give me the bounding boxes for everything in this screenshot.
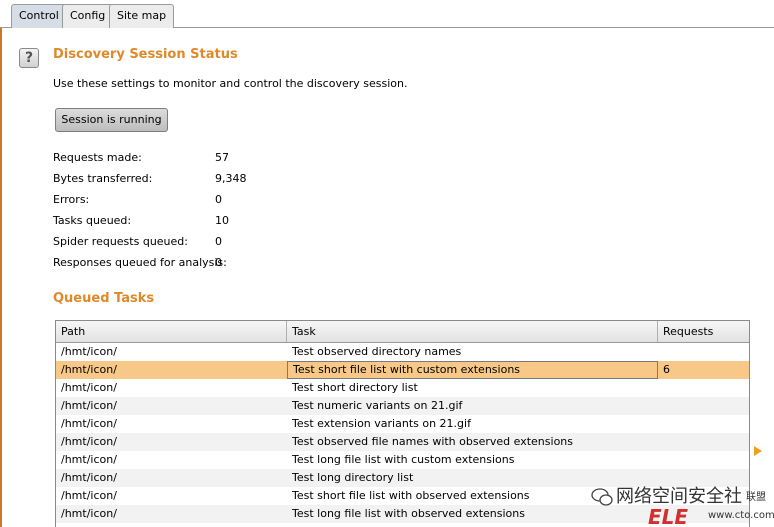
watermark-text: 网络空间安全社 xyxy=(616,486,742,507)
stat-value-responses-queued: 0 xyxy=(215,256,222,269)
stat-value-tasks-queued: 10 xyxy=(215,214,229,227)
table-row[interactable]: /hmt/icon/Test short file list with cust… xyxy=(56,361,749,379)
tab-site-map[interactable]: Site map xyxy=(109,4,175,28)
cell-path: /hmt/icon/ xyxy=(61,399,117,412)
cell-requests xyxy=(658,451,749,469)
tab-control[interactable]: Control xyxy=(11,4,67,29)
status-description: Use these settings to monitor and contro… xyxy=(53,77,408,90)
table-row[interactable]: /hmt/icon/Test short directory list xyxy=(56,379,749,397)
cell-task: Test long file list with custom extensio… xyxy=(292,453,515,466)
tab-config[interactable]: Config xyxy=(62,4,114,28)
stat-label-spider-requests: Spider requests queued: xyxy=(53,235,188,248)
stat-label-requests: Requests made: xyxy=(53,151,142,164)
column-header-requests[interactable]: Requests xyxy=(658,321,749,342)
table-row[interactable]: /hmt/icon/Test long file list with custo… xyxy=(56,451,749,469)
watermark: 网络空间安全社 联盟 ELE www.cto.com xyxy=(591,486,774,527)
control-panel: ? Discovery Session Status Use these set… xyxy=(0,28,774,527)
stat-label-tasks-queued: Tasks queued: xyxy=(53,214,132,227)
table-row[interactable]: /hmt/icon/Test extension variants on 21.… xyxy=(56,415,749,433)
stat-label-bytes: Bytes transferred: xyxy=(53,172,153,185)
cell-path: /hmt/icon/ xyxy=(61,381,117,394)
queue-section-title: Queued Tasks xyxy=(53,291,155,306)
cell-path: /hmt/icon/ xyxy=(61,363,117,376)
stat-label-responses-queued: Responses queued for analysis: xyxy=(53,256,227,269)
status-section-title: Discovery Session Status xyxy=(53,47,238,62)
column-header-task[interactable]: Task xyxy=(287,321,658,342)
cell-task: Test observed file names with observed e… xyxy=(292,435,573,448)
cell-path: /hmt/icon/ xyxy=(61,345,117,358)
cell-path: /hmt/icon/ xyxy=(61,435,117,448)
cell-task: Test numeric variants on 21.gif xyxy=(292,399,463,412)
cell-path: /hmt/icon/ xyxy=(61,417,117,430)
session-toggle-button[interactable]: Session is running xyxy=(55,108,168,132)
column-header-path[interactable]: Path xyxy=(56,321,287,342)
cell-task: Test extension variants on 21.gif xyxy=(292,417,471,430)
help-icon[interactable]: ? xyxy=(19,48,39,68)
cell-task: Test short file list with custom extensi… xyxy=(287,361,658,379)
cell-task: Test short directory list xyxy=(292,381,418,394)
stat-value-spider-requests: 0 xyxy=(215,235,222,248)
table-row[interactable]: /hmt/icon/Test observed directory names xyxy=(56,343,749,361)
wechat-icon xyxy=(591,488,613,506)
cell-path: /hmt/icon/ xyxy=(61,507,117,520)
cell-requests xyxy=(658,415,749,433)
cell-requests xyxy=(658,379,749,397)
cell-requests: 6 xyxy=(663,363,670,376)
stat-value-bytes: 9,348 xyxy=(215,172,247,185)
watermark-logo: ELE xyxy=(648,505,688,527)
tab-bar: Control Config Site map xyxy=(0,0,774,29)
stat-value-errors: 0 xyxy=(215,193,222,206)
cell-requests xyxy=(658,433,749,451)
table-header: Path Task Requests xyxy=(56,321,749,343)
expand-arrow-icon[interactable] xyxy=(754,446,762,456)
stat-label-errors: Errors: xyxy=(53,193,90,206)
cell-task: Test observed directory names xyxy=(292,345,462,358)
table-row[interactable]: /hmt/icon/Test numeric variants on 21.gi… xyxy=(56,397,749,415)
watermark-text-2: 联盟 xyxy=(746,491,766,503)
stat-value-requests: 57 xyxy=(215,151,229,164)
watermark-url: www.cto.com xyxy=(708,510,774,521)
cell-requests xyxy=(658,397,749,415)
cell-path: /hmt/icon/ xyxy=(61,471,117,484)
cell-requests xyxy=(658,343,749,361)
cell-path: /hmt/icon/ xyxy=(61,453,117,466)
table-row[interactable]: /hmt/icon/Test observed file names with … xyxy=(56,433,749,451)
cell-path: /hmt/icon/ xyxy=(61,489,117,502)
